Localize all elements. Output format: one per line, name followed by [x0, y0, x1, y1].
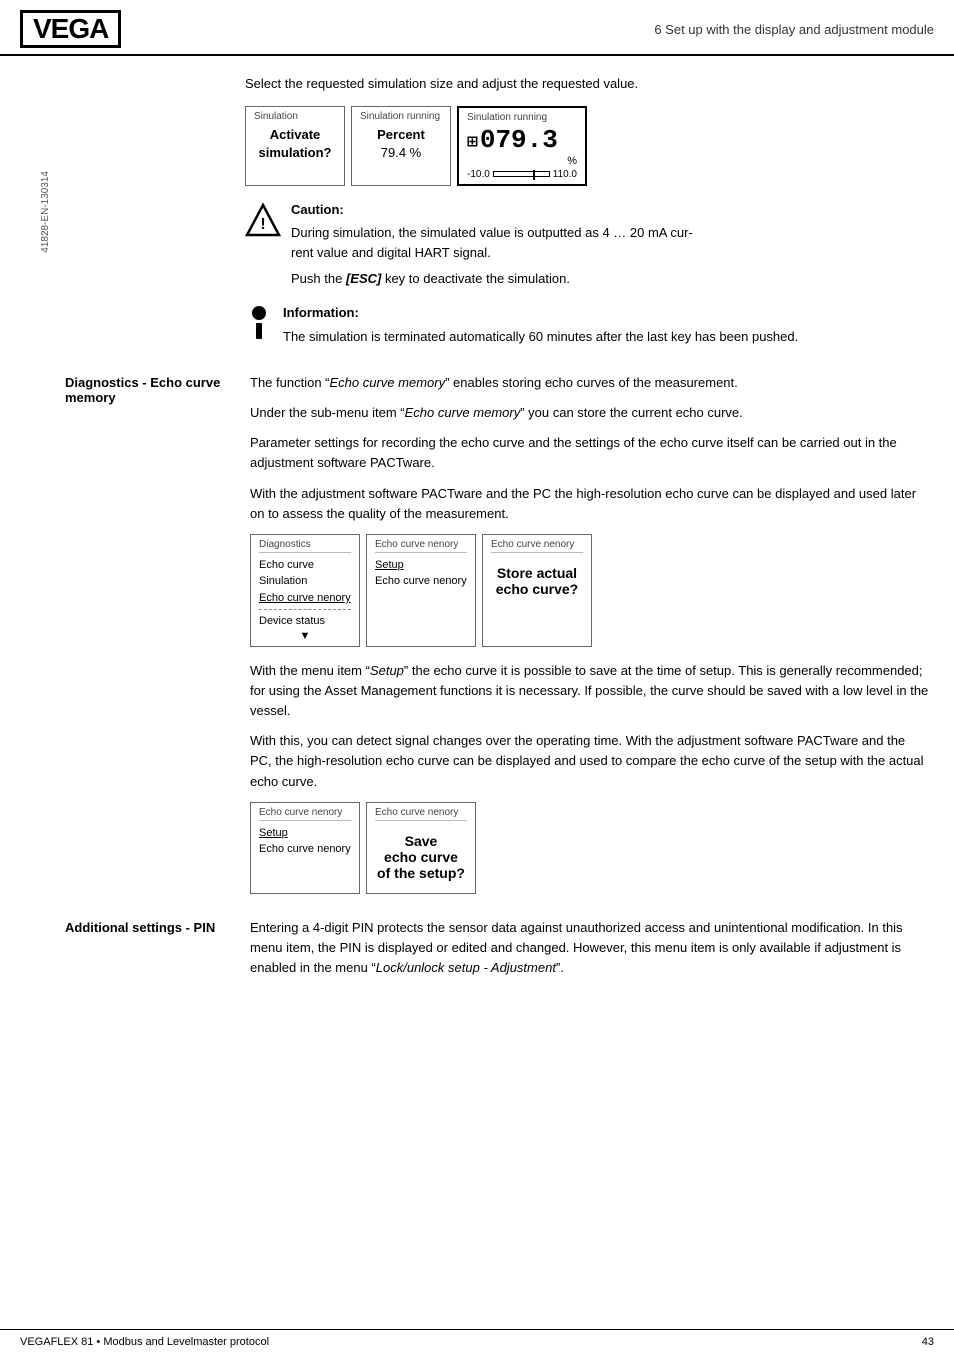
- sim-display-box: Sinulation running ⊞ 079.3 % -10.0 110.0: [457, 106, 587, 186]
- diag-menu-1-item3: Echo curve nenory: [259, 590, 351, 607]
- diag-menu-2-item1: Setup: [375, 557, 467, 574]
- gauge-min: -10.0: [467, 169, 490, 180]
- sim-box-2-content: Percent 79.4 %: [360, 126, 442, 162]
- additional-label: Additional settings - PIN: [65, 918, 250, 988]
- caution-line2: rent value and digital HART signal.: [291, 245, 491, 260]
- diag-para6: With this, you can detect signal changes…: [250, 731, 929, 791]
- caution-heading: Caution:: [291, 200, 929, 220]
- caution-esc-pre: Push the: [291, 271, 346, 286]
- diag-menu-2-item2: Echo curve nenory: [375, 573, 467, 590]
- caution-block: ! Caution: During simulation, the simula…: [245, 200, 929, 290]
- sim-display-title: Sinulation running: [467, 112, 577, 123]
- diag-menu-4: Echo curve nenory Setup Echo curve nenor…: [250, 802, 360, 894]
- diag-menu-4-item2: Echo curve nenory: [259, 841, 351, 858]
- diag-menu-5-content: Saveecho curveof the setup?: [375, 825, 467, 889]
- simulation-boxes: Sinulation Activate simulation? Sinulati…: [245, 106, 929, 186]
- diag-menu-boxes-1: Diagnostics Echo curve Sinulation Echo c…: [250, 534, 929, 647]
- display-gauge: -10.0 110.0: [467, 169, 577, 180]
- diag-para2: Under the sub-menu item “Echo curve memo…: [250, 403, 929, 423]
- sim-percent-label: Percent: [360, 126, 442, 144]
- diagnostics-content: The function “Echo curve memory” enables…: [250, 373, 954, 908]
- diag-menu-boxes-2: Echo curve nenory Setup Echo curve nenor…: [250, 802, 929, 894]
- svg-text:!: !: [260, 216, 265, 233]
- diagnostics-label: Diagnostics - Echo curve memory: [65, 373, 250, 908]
- logo: VEGA: [20, 10, 121, 48]
- info-body: The simulation is terminated automatical…: [283, 327, 929, 347]
- info-text: Information: The simulation is terminate…: [283, 303, 929, 347]
- display-plus-sign: ⊞: [467, 131, 478, 153]
- diag-menu-1-item4: Device status: [259, 613, 351, 630]
- sim-box-1-content: Activate simulation?: [254, 126, 336, 162]
- display-unit: %: [467, 155, 577, 167]
- sim-box-2-title: Sinulation running: [360, 111, 442, 122]
- diag-menu-5-title: Echo curve nenory: [375, 807, 467, 821]
- chapter-title: 6 Set up with the display and adjustment…: [654, 22, 934, 37]
- diag-para1: The function “Echo curve memory” enables…: [250, 373, 929, 393]
- sim-box-1-title: Sinulation: [254, 111, 336, 122]
- diag-menu-1-item2: Sinulation: [259, 573, 351, 590]
- intro-text: Select the requested simulation size and…: [245, 74, 929, 94]
- diag-menu-2: Echo curve nenory Setup Echo curve nenor…: [366, 534, 476, 647]
- diag-menu-1-title: Diagnostics: [259, 539, 351, 553]
- caution-body: During simulation, the simulated value i…: [291, 223, 929, 263]
- diag-menu-3-title: Echo curve nenory: [491, 539, 583, 553]
- diag-para5: With the menu item “Setup” the echo curv…: [250, 661, 929, 721]
- caution-text: Caution: During simulation, the simulate…: [291, 200, 929, 290]
- diag-menu-1-dashes: [259, 609, 351, 610]
- footer-left: VEGAFLEX 81 • Modbus and Levelmaster pro…: [20, 1336, 269, 1348]
- diag-menu-2-title: Echo curve nenory: [375, 539, 467, 553]
- caution-line1: During simulation, the simulated value i…: [291, 225, 693, 240]
- diag-menu-3: Echo curve nenory Store actualecho curve…: [482, 534, 592, 647]
- diag-menu-1-item1: Echo curve: [259, 557, 351, 574]
- sidebar-text: 41828-EN-130314: [40, 171, 51, 253]
- info-icon: [245, 305, 273, 341]
- diag-menu-1: Diagnostics Echo curve Sinulation Echo c…: [250, 534, 360, 647]
- sim-activate-line2: simulation?: [254, 144, 336, 162]
- additional-content: Entering a 4-digit PIN protects the sens…: [250, 918, 954, 988]
- footer-right: 43: [922, 1336, 934, 1348]
- page-footer: VEGAFLEX 81 • Modbus and Levelmaster pro…: [0, 1329, 954, 1354]
- additional-text: Entering a 4-digit PIN protects the sens…: [250, 918, 929, 978]
- diag-para3: Parameter settings for recording the ech…: [250, 433, 929, 473]
- diag-menu-1-arrow: ▼: [259, 630, 351, 642]
- diag-menu-4-item1: Setup: [259, 825, 351, 842]
- caution-esc-line: Push the [ESC] key to deactivate the sim…: [291, 269, 929, 289]
- diag-para4: With the adjustment software PACTware an…: [250, 484, 929, 524]
- caution-icon: !: [245, 202, 281, 238]
- diag-menu-3-content: Store actualecho curve?: [491, 557, 583, 605]
- diag-menu-4-title: Echo curve nenory: [259, 807, 351, 821]
- diag-menu-5: Echo curve nenory Saveecho curveof the s…: [366, 802, 476, 894]
- info-heading: Information:: [283, 303, 929, 323]
- esc-key: [ESC]: [346, 271, 381, 286]
- caution-esc-post: key to deactivate the simulation.: [381, 271, 570, 286]
- sim-box-1: Sinulation Activate simulation?: [245, 106, 345, 186]
- sim-box-2: Sinulation running Percent 79.4 %: [351, 106, 451, 186]
- gauge-max: 110.0: [553, 169, 577, 180]
- sim-activate-line1: Activate: [254, 126, 336, 144]
- page-header: VEGA 6 Set up with the display and adjus…: [0, 0, 954, 56]
- display-value: 079.3: [480, 125, 558, 155]
- sim-percent-value: 79.4 %: [360, 144, 442, 162]
- info-block: Information: The simulation is terminate…: [245, 303, 929, 347]
